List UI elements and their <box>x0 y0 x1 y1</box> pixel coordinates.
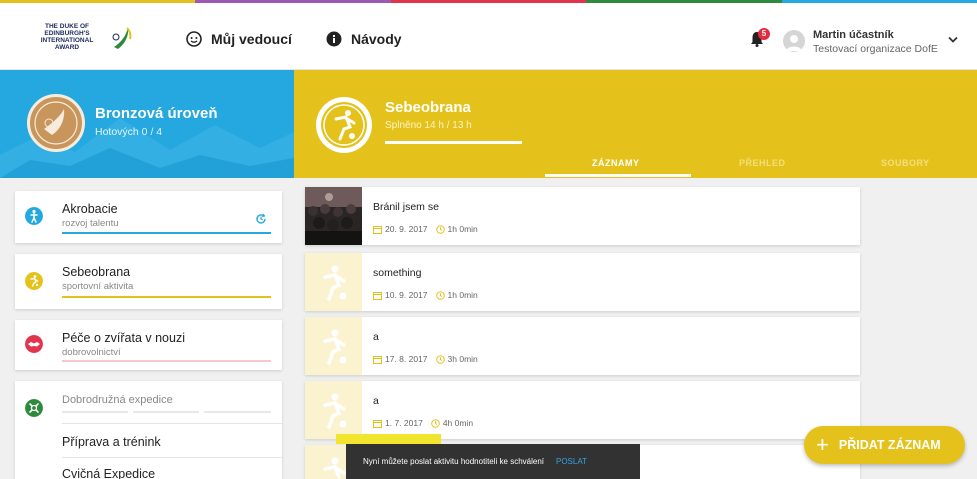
logo-line2: INTERNATIONAL AWARD <box>40 37 94 51</box>
calendar-icon <box>373 355 382 364</box>
expedition-title: Dobrodružná expedice <box>62 394 173 406</box>
clock-icon <box>431 418 440 428</box>
chevron-down-icon[interactable] <box>948 36 958 44</box>
tab-overview[interactable]: PŘEHLED <box>739 158 786 168</box>
sidebar-item-progress <box>62 360 271 362</box>
acrobat-icon <box>25 207 43 225</box>
bronze-medal-icon <box>27 94 85 152</box>
smiley-icon <box>186 31 202 47</box>
avatar[interactable] <box>783 30 805 52</box>
nav-guides[interactable]: Návody <box>326 31 402 47</box>
record-meta: 10. 9. 2017 1h 0min <box>373 290 478 300</box>
level-title: Bronzová úroveň <box>95 105 218 122</box>
nav-label: Návody <box>351 31 402 47</box>
record-date: 1. 7. 2017 <box>385 418 423 428</box>
logo-swoosh-icon <box>112 27 132 49</box>
record-duration: 1h 0min <box>447 224 478 234</box>
sidebar-item-expedition[interactable]: Dobrodružná expedice Příprava a trénink … <box>15 381 282 479</box>
sidebar-item-title: Sebeobrana <box>62 265 131 279</box>
expedition-progress-segment <box>133 411 199 413</box>
sidebar-item-title: Péče o zvířata v nouzi <box>62 331 185 345</box>
handshake-icon <box>25 335 43 353</box>
record-card[interactable]: Bránil jsem se 20. 9. 2017 1h 0min <box>305 187 860 245</box>
divider <box>62 457 282 458</box>
record-duration: 4h 0min <box>442 418 474 428</box>
record-date: 10. 9. 2017 <box>385 290 428 300</box>
calendar-icon <box>373 419 382 428</box>
sidebar-item-category: sportovní aktivita <box>62 281 134 292</box>
calendar-icon <box>373 225 382 234</box>
record-title: something <box>373 267 422 279</box>
sidebar-item-category: rozvoj talentu <box>62 218 119 229</box>
sidebar-item-title: Akrobacie <box>62 202 118 216</box>
plus-icon: + <box>816 432 829 457</box>
expedition-step-training[interactable]: Příprava a trénink <box>62 435 161 449</box>
record-duration: 1h 0min <box>447 290 478 300</box>
logo-line1: THE DUKE OF EDINBURGH'S <box>44 23 90 37</box>
nav-my-leader[interactable]: Můj vedoucí <box>186 31 292 47</box>
record-meta: 1. 7. 2017 4h 0min <box>373 418 473 428</box>
sport-activity-icon <box>316 97 372 153</box>
sidebar-item-animal-care[interactable]: Péče o zvířata v nouzi dobrovolnictví <box>15 320 282 370</box>
level-panel: Bronzová úroveň Hotových 0 / 4 <box>0 70 294 178</box>
sport-placeholder-icon <box>323 393 347 429</box>
record-date: 20. 9. 2017 <box>385 224 428 234</box>
expedition-step-practice[interactable]: Cvičná Expedice <box>62 467 155 479</box>
level-progress-text: Hotových 0 / 4 <box>95 126 163 138</box>
record-title: a <box>373 395 379 407</box>
notification-badge: 5 <box>758 28 770 40</box>
add-record-button[interactable]: + PŘIDAT ZÁZNAM <box>804 426 965 464</box>
nav-label: Můj vedoucí <box>211 31 292 47</box>
snackbar-send-button[interactable]: POSLAT <box>556 457 587 466</box>
active-tab-indicator <box>545 174 691 177</box>
dofe-logo[interactable]: THE DUKE OF EDINBURGH'S INTERNATIONAL AW… <box>28 23 136 51</box>
top-header: THE DUKE OF EDINBURGH'S INTERNATIONAL AW… <box>0 3 977 70</box>
sidebar-item-category: dobrovolnictví <box>62 347 121 358</box>
record-thumbnail <box>305 381 362 439</box>
history-icon <box>256 213 266 224</box>
tab-files[interactable]: SOUBORY <box>881 158 930 168</box>
record-meta: 17. 8. 2017 3h 0min <box>373 354 478 364</box>
user-organization: Testovací organizace DofE <box>813 43 938 55</box>
clock-icon <box>435 224 445 234</box>
activity-progress-text: Splněno 14 h / 13 h <box>385 120 472 131</box>
activity-panel: Sebeobrana Splněno 14 h / 13 h ZÁZNAMY P… <box>294 70 977 178</box>
record-card[interactable]: something 10. 9. 2017 1h 0min <box>305 253 860 311</box>
record-thumbnail <box>305 317 362 375</box>
snackbar-highlight <box>336 434 441 444</box>
user-silhouette-icon <box>786 35 802 51</box>
user-name[interactable]: Martin účastník <box>813 29 894 41</box>
expedition-icon <box>25 399 43 417</box>
sidebar-item-acrobatics[interactable]: Akrobacie rozvoj talentu <box>15 191 282 243</box>
record-photo <box>305 187 362 245</box>
activity-progress-bar <box>385 141 522 144</box>
record-duration: 3h 0min <box>447 354 478 364</box>
sidebar-item-progress <box>62 232 271 234</box>
sport-icon <box>25 272 43 290</box>
record-thumbnail <box>305 253 362 311</box>
tab-records[interactable]: ZÁZNAMY <box>592 158 640 168</box>
snackbar: Nyní můžete poslat aktivitu hodnotiteli … <box>346 444 640 479</box>
record-meta: 20. 9. 2017 1h 0min <box>373 224 478 234</box>
expedition-progress-segment <box>62 411 128 413</box>
divider <box>62 423 282 424</box>
sidebar-item-progress <box>62 296 271 298</box>
clock-icon <box>435 290 445 300</box>
clock-icon <box>435 354 445 364</box>
record-card[interactable]: a 17. 8. 2017 3h 0min <box>305 317 860 375</box>
sport-placeholder-icon <box>323 265 347 301</box>
record-title: a <box>373 331 379 343</box>
info-icon <box>326 31 342 47</box>
record-date: 17. 8. 2017 <box>385 354 428 364</box>
sidebar-item-self-defense[interactable]: Sebeobrana sportovní aktivita <box>15 254 282 309</box>
calendar-icon <box>373 291 382 300</box>
record-card[interactable]: a 1. 7. 2017 4h 0min <box>305 381 860 439</box>
record-title: Bránil jsem se <box>373 201 439 213</box>
expedition-progress-segment <box>204 411 271 413</box>
sport-placeholder-icon <box>323 329 347 365</box>
snackbar-message: Nyní můžete poslat aktivitu hodnotiteli … <box>363 457 544 466</box>
add-record-label: PŘIDAT ZÁZNAM <box>838 438 941 452</box>
activity-title: Sebeobrana <box>385 99 471 116</box>
